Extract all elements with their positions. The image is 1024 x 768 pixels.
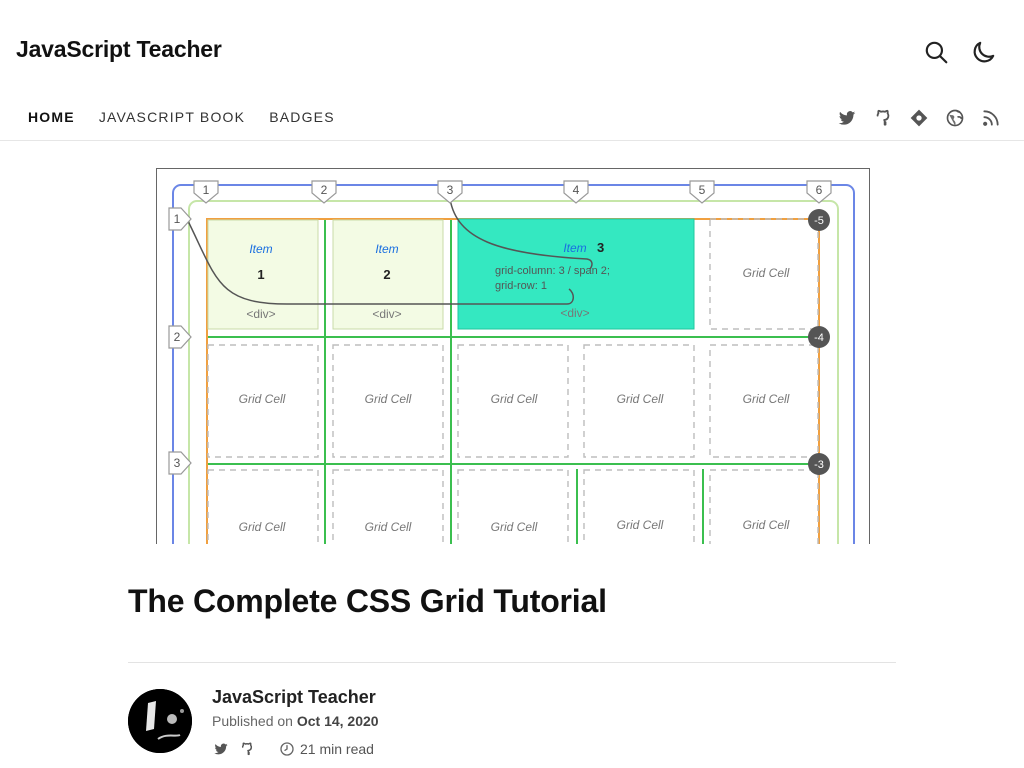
item-word-2: Item — [375, 242, 398, 256]
github-icon[interactable] — [872, 107, 894, 129]
published-prefix: Published on — [212, 713, 293, 729]
column-line-label: 5 — [699, 183, 706, 197]
grid-cell-label: Grid Cell — [743, 266, 790, 280]
negative-line-label: -4 — [814, 332, 824, 344]
negative-line-label: -5 — [814, 215, 824, 227]
item-word-1: Item — [249, 242, 272, 256]
grid-cell-label: Grid Cell — [365, 392, 412, 406]
globe-icon[interactable] — [944, 107, 966, 129]
column-line-label: 4 — [573, 183, 580, 197]
row-line-label: 2 — [174, 330, 181, 344]
main-nav: HOME JAVASCRIPT BOOK BADGES — [28, 109, 335, 125]
row-line-label: 1 — [174, 212, 181, 226]
published-line: Published on Oct 14, 2020 — [212, 713, 379, 729]
grid-cell-label: Grid Cell — [743, 392, 790, 406]
post-title: The Complete CSS Grid Tutorial — [128, 583, 607, 619]
grid-cell-label: Grid Cell — [491, 520, 538, 534]
hero-image: Item 1 <div> Item 2 <div> Item 3 grid-co… — [156, 168, 870, 544]
nav-item-home[interactable]: HOME — [28, 109, 75, 125]
code-line-2: grid-row: 1 — [495, 280, 547, 292]
css-grid-diagram: Item 1 <div> Item 2 <div> Item 3 grid-co… — [168, 180, 855, 544]
author-avatar[interactable] — [128, 689, 192, 753]
author-twitter-icon[interactable] — [212, 740, 230, 758]
social-links — [836, 107, 1002, 129]
rss-icon[interactable] — [980, 107, 1002, 129]
item-div-3: <div> — [560, 306, 589, 320]
grid-cell-label: Grid Cell — [365, 520, 412, 534]
author-github-icon[interactable] — [238, 740, 256, 758]
grid-cell-label: Grid Cell — [239, 520, 286, 534]
published-date: Oct 14, 2020 — [296, 713, 379, 729]
divider — [128, 662, 896, 663]
grid-cell-label: Grid Cell — [617, 392, 664, 406]
author-name[interactable]: JavaScript Teacher — [212, 687, 376, 708]
site-title[interactable]: JavaScript Teacher — [16, 36, 222, 63]
grid-cell-label: Grid Cell — [491, 392, 538, 406]
clock-icon — [278, 740, 296, 758]
nav-item-javascript-book[interactable]: JAVASCRIPT BOOK — [99, 109, 245, 125]
grid-cell-label: Grid Cell — [743, 518, 790, 532]
negative-line-label: -3 — [814, 459, 824, 471]
item-word-3: Item — [563, 241, 586, 255]
moon-icon[interactable] — [968, 36, 1000, 68]
grid-cell-label: Grid Cell — [617, 518, 664, 532]
column-line-label: 2 — [321, 183, 328, 197]
nav-item-badges[interactable]: BADGES — [269, 109, 335, 125]
author-meta: 21 min read — [212, 740, 374, 758]
diamond-icon[interactable] — [908, 107, 930, 129]
read-time: 21 min read — [278, 740, 374, 758]
item-number-3: 3 — [597, 240, 604, 255]
grid-cell-label: Grid Cell — [239, 392, 286, 406]
item-div-1: <div> — [246, 307, 275, 321]
twitter-icon[interactable] — [836, 107, 858, 129]
item-div-2: <div> — [372, 307, 401, 321]
code-line-1: grid-column: 3 / span 2; — [495, 265, 610, 277]
read-time-label: 21 min read — [300, 741, 374, 757]
item-number-1: 1 — [257, 267, 264, 282]
item-number-2: 2 — [383, 267, 390, 282]
column-line-label: 1 — [203, 183, 210, 197]
row-line-label: 3 — [174, 456, 181, 470]
column-line-label: 3 — [447, 183, 454, 197]
search-icon[interactable] — [920, 36, 952, 68]
site-header: JavaScript Teacher HOME JAVASCRIPT BOOK … — [0, 0, 1024, 141]
column-line-label: 6 — [816, 183, 823, 197]
